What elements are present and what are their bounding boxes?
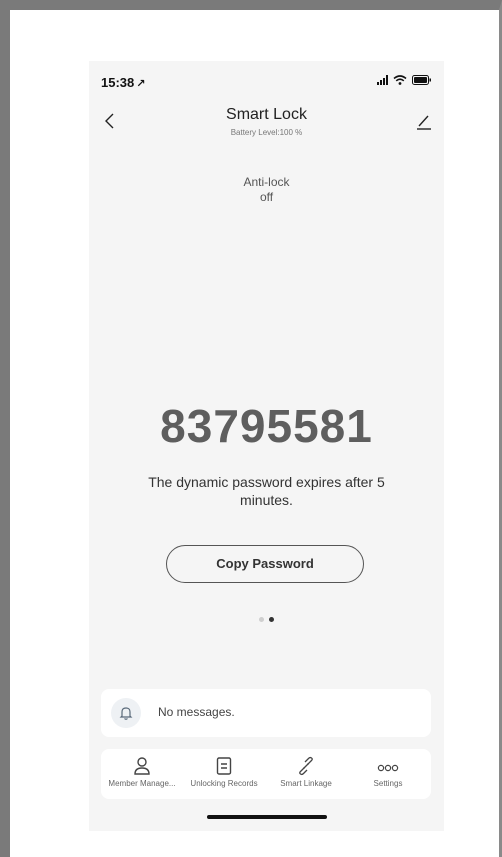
nav-bar: Smart Lock Battery Level:100 % (89, 103, 444, 143)
tab-member-management[interactable]: Member Manage... (101, 749, 183, 799)
edit-button[interactable] (414, 111, 434, 131)
battery-icon (412, 75, 432, 85)
password-expire-text: The dynamic password expires after 5 min… (148, 474, 385, 508)
document-icon (216, 757, 232, 775)
more-icon (377, 764, 399, 772)
page-dot-1[interactable] (259, 617, 264, 622)
person-icon (134, 757, 150, 775)
tab-label: Smart Linkage (280, 779, 332, 788)
page-dot-2[interactable] (269, 617, 274, 622)
messages-text: No messages. (158, 705, 235, 719)
bottom-tab-bar: Member Manage... Unlocking Records Smart… (101, 749, 431, 799)
phone-screen: 15:38 ↗ Smart Lock Battery Level:100 % A… (89, 61, 444, 831)
bell-icon-badge (111, 698, 141, 728)
messages-card[interactable]: No messages. (101, 689, 431, 737)
anti-lock-status[interactable]: Anti-lock off (89, 175, 444, 205)
wifi-icon (393, 75, 407, 85)
copy-password-button[interactable]: Copy Password (166, 545, 364, 583)
anti-lock-value: off (259, 190, 274, 204)
battery-level: Battery Level:100 % (230, 128, 303, 137)
tab-label: Member Manage... (108, 779, 176, 788)
status-bar: 15:38 ↗ (89, 61, 444, 101)
page-title: Smart Lock (226, 106, 307, 123)
dynamic-password: 83795581 (160, 400, 373, 452)
tab-label: Settings (373, 779, 403, 788)
tab-label: Unlocking Records (190, 779, 258, 788)
status-time: 15:38 ↗ (101, 75, 145, 90)
location-arrow-icon: ↗ (136, 78, 146, 90)
link-icon (299, 756, 313, 776)
screenshot-frame: 15:38 ↗ Smart Lock Battery Level:100 % A… (0, 0, 502, 857)
tab-unlocking-records[interactable]: Unlocking Records (183, 749, 265, 799)
signal-icon (377, 75, 388, 85)
tab-smart-linkage[interactable]: Smart Linkage (265, 749, 347, 799)
tab-settings[interactable]: Settings (347, 749, 429, 799)
pencil-icon (417, 115, 431, 130)
bell-icon (119, 707, 133, 720)
page-indicator (89, 617, 444, 622)
anti-lock-label: Anti-lock (243, 175, 290, 189)
status-icons (377, 75, 432, 85)
status-time-text: 15:38 (101, 75, 135, 90)
home-indicator[interactable] (207, 815, 327, 819)
